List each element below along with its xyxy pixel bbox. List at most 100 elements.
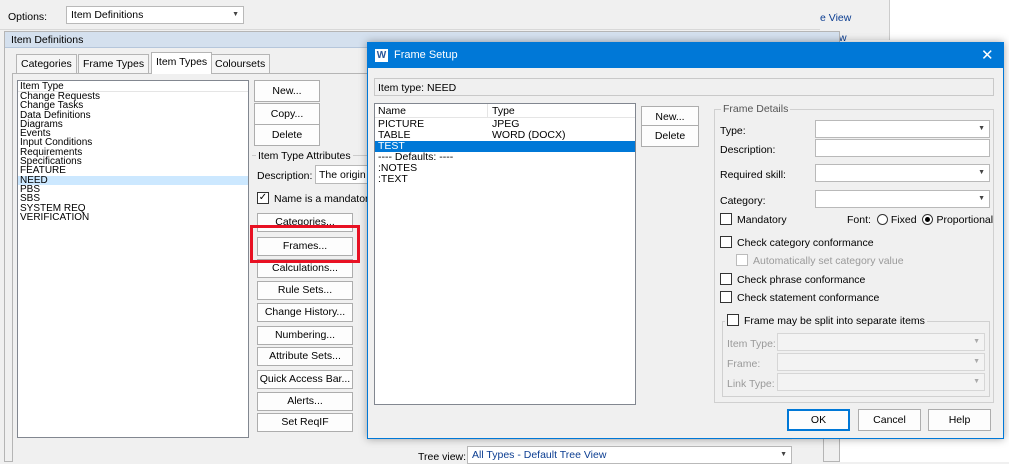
tree-view-label: Tree view: xyxy=(418,451,467,463)
split-checkbox[interactable]: Frame may be split into separate items xyxy=(725,314,927,328)
column-type[interactable]: Type xyxy=(492,105,515,117)
delete-button[interactable]: Delete xyxy=(254,124,320,146)
item-type-bar: Item type: NEED xyxy=(374,78,994,96)
ok-button[interactable]: OK xyxy=(787,409,850,431)
description-label-dialog: Description: xyxy=(720,144,776,156)
help-button[interactable]: Help xyxy=(928,409,991,431)
column-name[interactable]: Name xyxy=(378,105,406,117)
attributes-group-title: Item Type Attributes xyxy=(256,150,353,162)
radio-proportional[interactable] xyxy=(922,213,934,225)
frame-row[interactable]: :NOTES xyxy=(375,163,635,174)
frame-type: WORD (DOCX) xyxy=(492,129,566,141)
name-mandatory-label: Name is a mandator xyxy=(274,193,369,205)
frame-rows: PICTURE JPEG TABLE WORD (DOCX) TEST ---- Defa… xyxy=(375,119,635,185)
dialog-delete-button[interactable]: Delete xyxy=(641,125,699,147)
list-item[interactable]: NEED xyxy=(18,175,248,185)
options-label: Options: xyxy=(8,11,48,23)
checkbox-box xyxy=(720,213,732,226)
description-input[interactable] xyxy=(815,139,990,157)
list-item[interactable]: PBS xyxy=(18,184,248,194)
tab-item-types[interactable]: Item Types xyxy=(151,52,213,74)
column-divider xyxy=(487,104,488,118)
type-label: Type: xyxy=(720,125,746,137)
chevron-down-icon: ▼ xyxy=(978,169,985,176)
category-select[interactable]: ▼ xyxy=(815,190,990,208)
dialog-title: Frame Setup xyxy=(394,49,458,61)
required-skill-select[interactable]: ▼ xyxy=(815,164,990,182)
options-select[interactable]: Item Definitions ▼ xyxy=(66,6,244,24)
split-link-type-label: Link Type: xyxy=(727,378,775,390)
frame-row[interactable]: :TEXT xyxy=(375,174,635,185)
check-category-label: Check category conformance xyxy=(737,237,874,249)
chevron-down-icon: ▼ xyxy=(232,11,239,18)
list-item[interactable]: VERIFICATION xyxy=(18,212,248,222)
tab-coloursets[interactable]: Coloursets xyxy=(210,54,271,74)
check-icon: ✓ xyxy=(257,192,269,205)
options-bar: Options: Item Definitions ▼ xyxy=(0,0,820,30)
cancel-button[interactable]: Cancel xyxy=(858,409,921,431)
chevron-down-icon: ▼ xyxy=(780,451,787,458)
copy-button[interactable]: Copy... xyxy=(254,103,320,125)
checkbox-box xyxy=(736,254,748,267)
split-label: Frame may be split into separate items xyxy=(744,315,925,327)
frame-row[interactable]: TABLE WORD (DOCX) xyxy=(375,130,635,141)
chevron-down-icon: ▼ xyxy=(978,195,985,202)
split-item-type-label: Item Type: xyxy=(727,338,776,350)
new-button[interactable]: New... xyxy=(254,80,320,102)
check-statement-checkbox[interactable]: Check statement conformance xyxy=(720,291,880,304)
tree-view-select[interactable]: All Types - Default Tree View ▼ xyxy=(467,446,792,464)
fixed-label: Fixed xyxy=(890,214,917,226)
bg-tab-label[interactable]: e View xyxy=(820,12,851,24)
split-item-type-select[interactable]: ▼ xyxy=(777,333,985,351)
item-type-label: Item type: xyxy=(378,82,425,94)
chevron-down-icon: ▼ xyxy=(978,125,985,132)
category-label: Category: xyxy=(720,195,766,207)
proportional-label: Proportional xyxy=(936,214,994,226)
chevron-down-icon: ▼ xyxy=(973,378,980,385)
checkbox-box xyxy=(720,273,732,286)
item-type-list[interactable]: Item Type Change Requests Change Tasks Dat… xyxy=(17,80,249,438)
checkbox-box xyxy=(727,314,739,327)
check-phrase-checkbox[interactable]: Check phrase conformance xyxy=(720,273,865,286)
item-type-rows: Change Requests Change Tasks Data Definiti… xyxy=(18,91,248,223)
checkbox-box xyxy=(720,236,732,249)
frame-name: :TEXT xyxy=(378,173,408,185)
attribute-sets-button[interactable]: Attribute Sets... xyxy=(257,347,353,366)
dialog-title-bar: W Frame Setup ✕ xyxy=(368,43,1003,68)
radio-fixed[interactable] xyxy=(876,213,888,225)
list-item[interactable]: FEATURE xyxy=(18,166,248,176)
description-field[interactable]: The origin xyxy=(315,165,375,184)
required-skill-label: Required skill: xyxy=(720,169,786,181)
type-select[interactable]: ▼ xyxy=(815,120,990,138)
auto-category-label: Automatically set category value xyxy=(753,255,904,267)
tab-categories[interactable]: Categories xyxy=(16,54,77,74)
font-label: Font: xyxy=(847,214,871,226)
frame-details-title: Frame Details xyxy=(721,103,791,115)
rule-sets-button[interactable]: Rule Sets... xyxy=(257,281,353,300)
numbering-button[interactable]: Numbering... xyxy=(257,326,353,345)
close-icon[interactable]: ✕ xyxy=(981,46,994,64)
set-reqif-button[interactable]: Set ReqIF xyxy=(257,413,353,432)
check-statement-label: Check statement conformance xyxy=(737,292,880,304)
frames-button-highlight xyxy=(250,225,360,263)
quick-access-bar-button[interactable]: Quick Access Bar... xyxy=(257,370,353,389)
split-link-type-select[interactable]: ▼ xyxy=(777,373,985,391)
change-history-button[interactable]: Change History... xyxy=(257,303,353,322)
alerts-button[interactable]: Alerts... xyxy=(257,392,353,411)
list-item[interactable]: Diagrams xyxy=(18,119,248,129)
chevron-down-icon: ▼ xyxy=(973,358,980,365)
mandatory-label: Mandatory xyxy=(737,214,787,226)
split-frame-select[interactable]: ▼ xyxy=(777,353,985,371)
tab-frame-types[interactable]: Frame Types xyxy=(78,54,150,74)
panel-title: Item Definitions xyxy=(11,34,84,46)
description-value: The origin xyxy=(319,169,366,181)
name-mandatory-checkbox[interactable]: ✓ Name is a mandator xyxy=(257,192,369,205)
frames-list[interactable]: Name Type PICTURE JPEG TABLE WORD (DOCX) TES… xyxy=(374,103,636,405)
auto-category-checkbox[interactable]: Automatically set category value xyxy=(736,254,904,267)
frames-list-header: Name Type xyxy=(375,104,635,118)
chevron-down-icon: ▼ xyxy=(973,338,980,345)
mandatory-checkbox[interactable]: Mandatory xyxy=(720,213,787,226)
frame-setup-dialog: W Frame Setup ✕ Item type: NEED Name Typ… xyxy=(367,42,1004,439)
item-type-value: NEED xyxy=(427,82,457,94)
check-category-checkbox[interactable]: Check category conformance xyxy=(720,236,874,249)
